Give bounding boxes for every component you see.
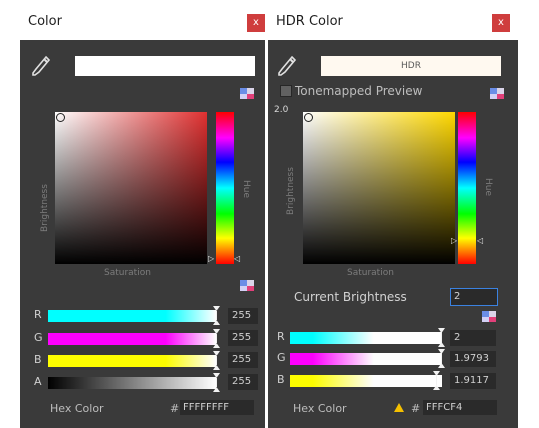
channel-label-g: G [34, 331, 43, 344]
picker-cursor[interactable] [304, 113, 313, 122]
blue-value-field[interactable]: 1.9117 [450, 373, 496, 389]
red-value-field[interactable]: 255 [228, 308, 258, 324]
hdr-color-picker-window: HDR Color x HDR Tonemapped Preview 2.0 B… [268, 0, 518, 428]
green-channel-slider[interactable] [290, 353, 442, 365]
red-value-field[interactable]: 2 [450, 330, 496, 346]
window-titlebar: Color x [20, 0, 265, 40]
hex-color-label: Hex Color [50, 402, 104, 415]
saturation-axis-label: Saturation [104, 268, 151, 278]
eyedropper-icon[interactable] [276, 54, 298, 78]
close-button[interactable]: x [492, 14, 510, 32]
saturation-brightness-picker[interactable] [55, 112, 207, 264]
saturation-brightness-picker[interactable] [303, 112, 455, 264]
hdr-color-swatch: HDR [321, 56, 501, 76]
color-mode-icon[interactable] [490, 88, 504, 99]
close-button[interactable]: x [247, 14, 265, 32]
channel-label-b: B [34, 353, 42, 366]
color-swatch [75, 56, 255, 76]
hex-hash-label: # [170, 402, 180, 415]
slider-handle-icon[interactable] [438, 328, 445, 347]
window-title: HDR Color [276, 14, 343, 29]
slider-handle-icon[interactable] [433, 371, 440, 390]
slider-mode-icon[interactable] [240, 280, 254, 291]
slider-handle-icon[interactable] [213, 373, 220, 392]
window-title: Color [28, 14, 62, 29]
hex-color-input[interactable]: FFFFFFFF [180, 400, 254, 415]
hue-marker-right-icon: ◁ [234, 254, 241, 263]
hue-marker-right-icon: ◁ [477, 236, 484, 245]
slider-handle-icon[interactable] [438, 349, 445, 368]
red-channel-slider[interactable] [48, 310, 216, 322]
hex-color-input[interactable]: FFFCF4 [423, 400, 497, 415]
hue-slider[interactable] [458, 112, 476, 264]
hue-axis-label: Hue [483, 178, 493, 197]
tonemapped-checkbox[interactable] [280, 85, 292, 97]
max-brightness-label: 2.0 [274, 105, 289, 115]
hue-marker-left-icon: ▷ [208, 254, 215, 263]
hue-slider[interactable] [216, 112, 234, 264]
window-titlebar: HDR Color x [268, 0, 518, 40]
brightness-axis-label: Brightness [286, 167, 296, 215]
color-picker-window: Color x Brightness ▷ ◁ Hue Saturation R … [20, 0, 265, 428]
alpha-channel-slider[interactable] [48, 377, 216, 389]
alpha-value-field[interactable]: 255 [228, 374, 258, 390]
current-brightness-label: Current Brightness [294, 290, 407, 304]
picker-cursor[interactable] [56, 113, 65, 122]
green-channel-slider[interactable] [48, 333, 216, 345]
channel-label-a: A [34, 375, 42, 388]
green-value-field[interactable]: 1.9793 [450, 351, 496, 367]
red-channel-slider[interactable] [290, 332, 442, 344]
blue-channel-slider[interactable] [48, 355, 216, 367]
slider-handle-icon[interactable] [213, 329, 220, 348]
saturation-axis-label: Saturation [347, 268, 394, 278]
blue-channel-slider[interactable] [290, 375, 442, 387]
channel-label-r: R [34, 308, 42, 321]
green-value-field[interactable]: 255 [228, 330, 258, 346]
tonemapped-label: Tonemapped Preview [295, 84, 423, 98]
hue-axis-label: Hue [241, 180, 251, 199]
slider-handle-icon[interactable] [213, 306, 220, 325]
color-mode-icon[interactable] [240, 88, 254, 99]
hex-hash-label: # [411, 402, 421, 415]
current-brightness-input[interactable]: 2 [450, 288, 498, 306]
hex-color-label: Hex Color [293, 402, 347, 415]
brightness-axis-label: Brightness [40, 184, 50, 232]
eyedropper-icon[interactable] [30, 54, 52, 78]
slider-handle-icon[interactable] [213, 351, 220, 370]
slider-mode-icon[interactable] [482, 311, 496, 322]
channel-label-g: G [277, 351, 286, 364]
channel-label-b: B [277, 373, 285, 386]
tonemapped-preview-toggle[interactable]: Tonemapped Preview [280, 84, 422, 98]
channel-label-r: R [277, 330, 285, 343]
blue-value-field[interactable]: 255 [228, 352, 258, 368]
warning-icon [394, 403, 404, 412]
hue-marker-left-icon: ▷ [451, 236, 458, 245]
